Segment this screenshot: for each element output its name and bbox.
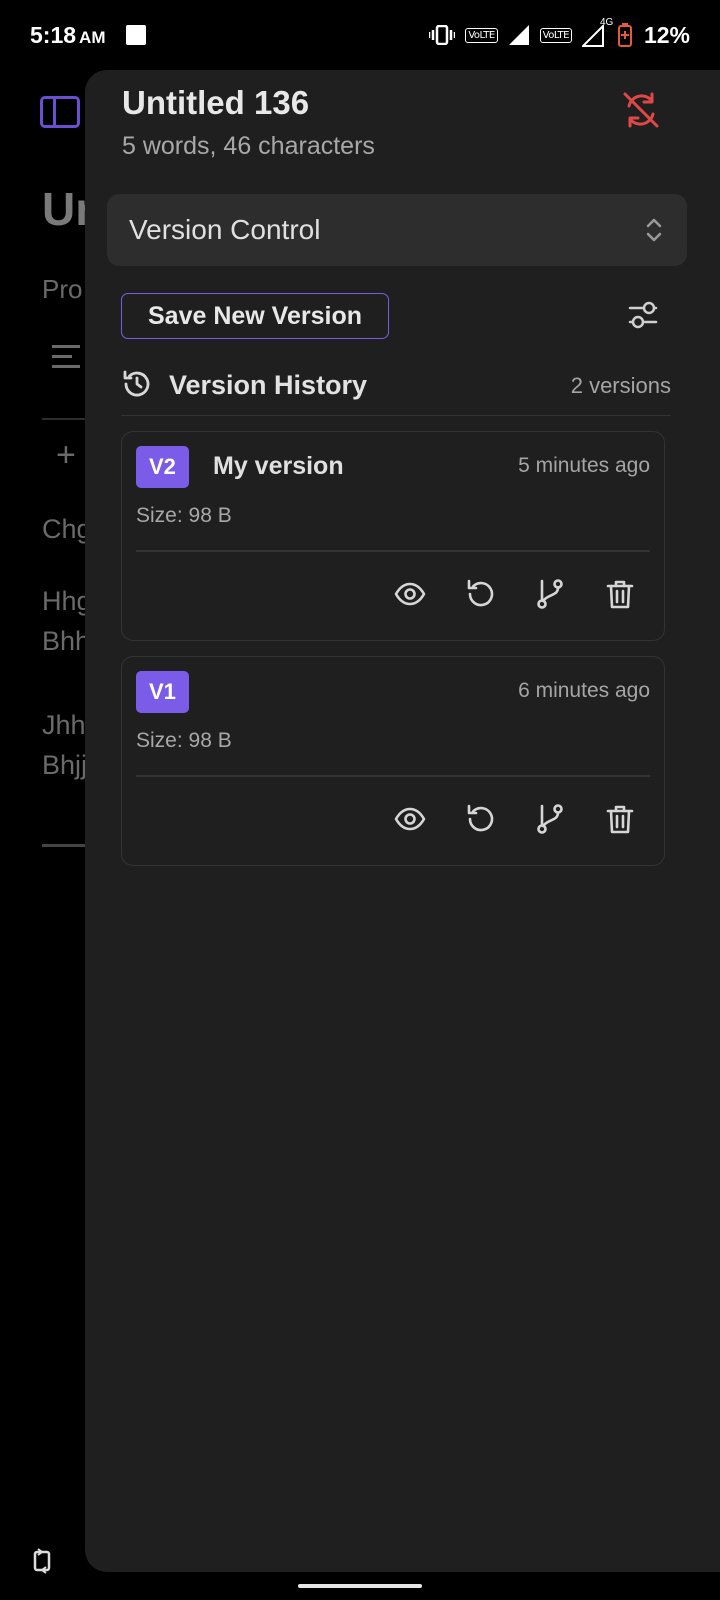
history-icon: [123, 370, 150, 397]
editor-subtitle: Pro: [42, 274, 83, 304]
sidebar-toggle-icon[interactable]: [40, 96, 80, 128]
editor-line: Bhh: [42, 626, 91, 656]
status-time: 5:18 AM: [30, 21, 106, 48]
version-card[interactable]: V2 My version 5 minutes ago Size: 98 B: [121, 431, 665, 641]
version-history-header: Version History 2 versions: [121, 360, 671, 416]
version-badge: V1: [136, 671, 189, 713]
mode-select-value: Version Control: [129, 214, 321, 245]
restore-icon[interactable]: [464, 803, 496, 835]
rotate-icon[interactable]: [30, 1546, 54, 1576]
version-card[interactable]: V1 6 minutes ago Size: 98 B: [121, 656, 665, 866]
version-count: 2 versions: [570, 373, 671, 398]
status-indicators: VoLTE VoLTE 4G 12%: [429, 17, 690, 49]
version-badge: V2: [136, 446, 189, 488]
editor-line: Jhh: [42, 710, 86, 740]
battery-icon: [617, 23, 632, 47]
status-bar: 5:18 AM VoLTE VoLTE 4G 12%: [0, 0, 720, 70]
volte-badge: VoLTE: [465, 27, 498, 43]
version-actions: [394, 578, 636, 610]
trash-icon[interactable]: [604, 803, 636, 835]
version-time: 5 minutes ago: [518, 454, 650, 477]
save-new-version-button[interactable]: Save New Version: [121, 293, 389, 339]
vibrate-icon: [429, 25, 456, 45]
eye-icon[interactable]: [394, 803, 426, 835]
version-name: My version: [213, 452, 344, 480]
branch-icon[interactable]: [534, 578, 566, 610]
home-indicator[interactable]: [298, 1584, 422, 1588]
signal-4g-icon: 4G: [581, 17, 613, 47]
volte-badge-2: VoLTE: [539, 27, 572, 43]
divider: [136, 550, 650, 552]
sliders-icon[interactable]: [627, 298, 659, 332]
document-title: Untitled 136: [122, 84, 310, 121]
version-drawer: Untitled 136 5 words, 46 characters Vers…: [85, 70, 720, 1572]
signal-icon: [508, 25, 529, 45]
editor-line: Bhjj: [42, 750, 88, 780]
menu-icon[interactable]: [52, 345, 80, 375]
battery-percent: 12%: [643, 21, 690, 48]
document-stats: 5 words, 46 characters: [122, 132, 375, 160]
divider: [136, 775, 650, 777]
notification-icon: [125, 25, 146, 45]
version-size: Size: 98 B: [136, 729, 232, 752]
version-actions: [394, 803, 636, 835]
sync-off-icon[interactable]: [621, 90, 661, 130]
version-size: Size: 98 B: [136, 504, 232, 527]
version-time: 6 minutes ago: [518, 679, 650, 702]
version-history-title: Version History: [169, 370, 368, 400]
restore-icon[interactable]: [464, 578, 496, 610]
eye-icon[interactable]: [394, 578, 426, 610]
trash-icon[interactable]: [604, 578, 636, 610]
add-icon[interactable]: +: [56, 436, 76, 475]
branch-icon[interactable]: [534, 803, 566, 835]
mode-select[interactable]: Version Control: [107, 194, 687, 266]
chevron-up-down-icon: [646, 218, 662, 242]
